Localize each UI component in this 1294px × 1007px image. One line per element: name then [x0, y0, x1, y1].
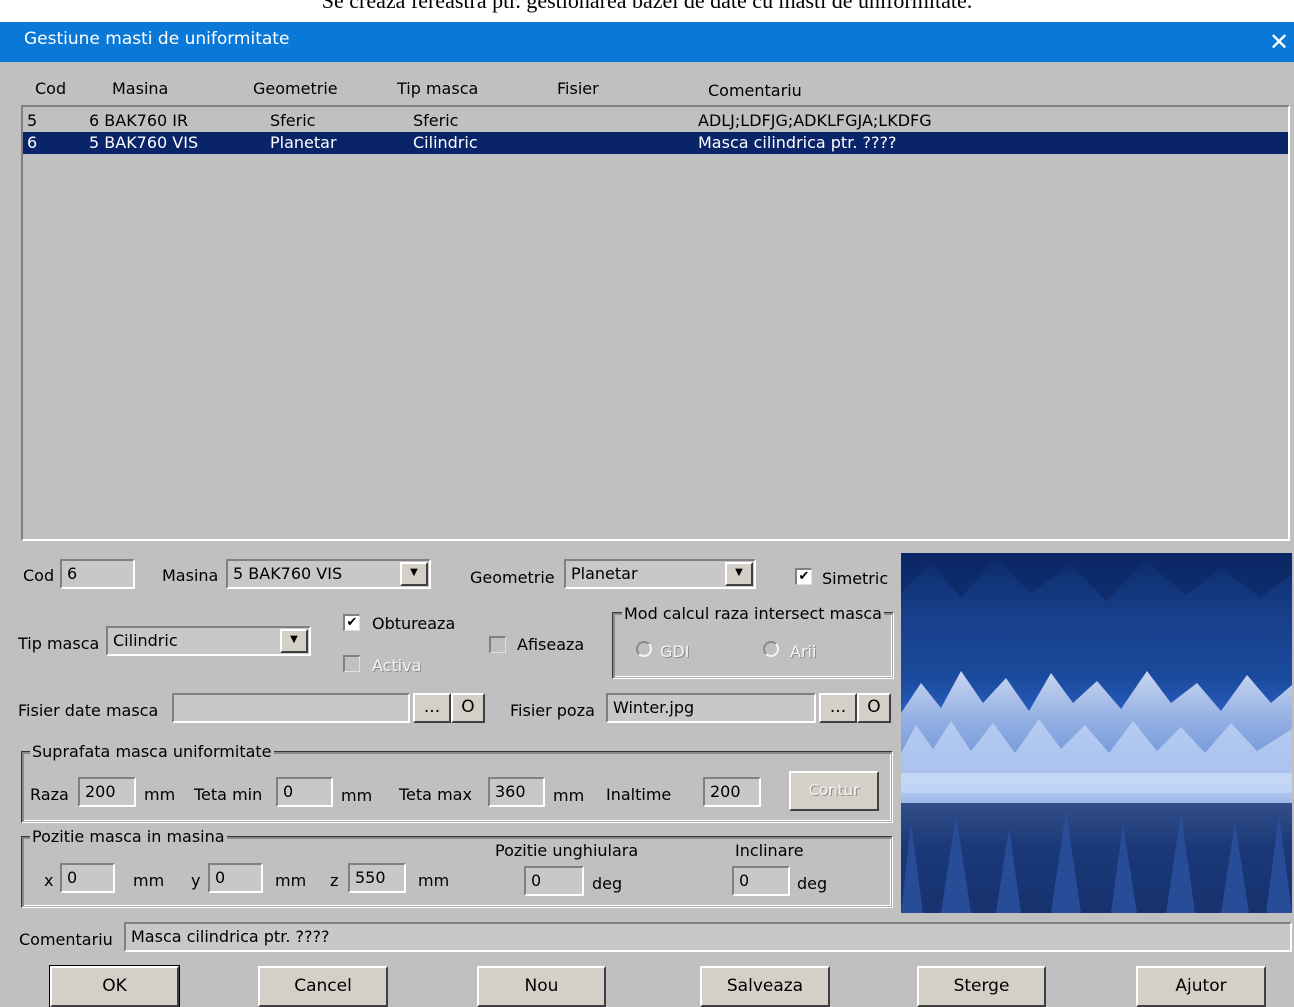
- chevron-down-icon[interactable]: ▼: [400, 562, 428, 586]
- tip-masca-label: Tip masca: [18, 634, 100, 653]
- teta-max-label: Teta max: [399, 785, 472, 804]
- geometrie-select[interactable]: Planetar ▼: [564, 559, 756, 589]
- cell-tip-masca: Cilindric: [413, 133, 478, 152]
- chevron-down-icon[interactable]: ▼: [280, 629, 308, 653]
- pozitie-unghiulara-field[interactable]: 0: [524, 866, 584, 896]
- fisier-date-field[interactable]: [172, 693, 410, 723]
- cod-field[interactable]: 6: [60, 559, 135, 589]
- suprafata-group-title: Suprafata masca uniformitate: [30, 742, 274, 761]
- inclinare-field[interactable]: 0: [732, 866, 790, 896]
- pozitie-unghiulara-unit: deg: [592, 874, 623, 893]
- fisier-poza-field[interactable]: Winter.jpg: [606, 693, 816, 723]
- fisier-date-label: Fisier date masca: [18, 701, 159, 720]
- mod-calcul-group-title: Mod calcul raza intersect masca: [622, 604, 884, 623]
- close-icon[interactable]: ✕: [1264, 22, 1294, 62]
- afiseaza-label: Afiseaza: [517, 635, 585, 654]
- activa-checkbox[interactable]: [343, 655, 360, 672]
- cell-comentariu: Masca cilindrica ptr. ????: [698, 133, 897, 152]
- column-header-masina[interactable]: Masina: [112, 79, 168, 98]
- comentariu-field[interactable]: Masca cilindrica ptr. ????: [124, 922, 1292, 952]
- sterge-button[interactable]: Sterge: [917, 966, 1046, 1007]
- simetric-checkbox[interactable]: ✔: [795, 568, 812, 585]
- inaltime-label: Inaltime: [606, 785, 672, 804]
- list-item-selected[interactable]: 6 5 BAK760 VIS Planetar Cilindric Masca …: [23, 132, 1288, 154]
- browse-button[interactable]: ...: [413, 693, 451, 723]
- masks-list[interactable]: 5 6 BAK760 IR Sferic Sferic ADLJ;LDFJG;A…: [21, 105, 1290, 541]
- afiseaza-checkbox[interactable]: [489, 636, 506, 653]
- cod-label: Cod: [23, 566, 55, 585]
- gdi-radio[interactable]: [636, 641, 652, 657]
- winter-forest-picture: [901, 553, 1292, 913]
- obtureaza-label: Obtureaza: [372, 614, 456, 633]
- x-unit: mm: [133, 871, 165, 890]
- browse-poza-button[interactable]: ...: [819, 693, 857, 723]
- column-header-geometrie[interactable]: Geometrie: [253, 79, 338, 98]
- pozitie-unghiulara-label: Pozitie unghiulara: [495, 841, 639, 860]
- tip-masca-value: Cilindric: [113, 631, 178, 650]
- cell-cod: 6: [27, 133, 38, 152]
- comentariu-label: Comentariu: [19, 930, 113, 949]
- y-label: y: [191, 871, 201, 890]
- arii-label: Arii: [790, 642, 817, 661]
- inclinare-label: Inclinare: [735, 841, 804, 860]
- z-field[interactable]: 550: [348, 863, 406, 893]
- list-item[interactable]: 5 6 BAK760 IR Sferic Sferic ADLJ;LDFJG;A…: [23, 110, 1288, 132]
- z-label: z: [330, 871, 339, 890]
- title-bar: Gestiune masti de uniformitate ✕: [0, 22, 1294, 62]
- salveaza-button[interactable]: Salveaza: [700, 966, 830, 1007]
- open-button[interactable]: O: [451, 693, 485, 723]
- gdi-label: GDI: [660, 642, 690, 661]
- column-header-comentariu[interactable]: Comentariu: [708, 81, 802, 100]
- teta-min-field[interactable]: 0: [276, 777, 333, 807]
- teta-max-unit: mm: [553, 786, 585, 805]
- geometrie-label: Geometrie: [470, 568, 555, 587]
- cell-comentariu: ADLJ;LDFJG;ADKLFGJA;LKDFG: [698, 111, 932, 130]
- teta-min-label: Teta min: [194, 785, 263, 804]
- column-header-cod[interactable]: Cod: [35, 79, 66, 98]
- mask-image-preview: [901, 553, 1292, 913]
- masina-select[interactable]: 5 BAK760 VIS ▼: [226, 559, 431, 589]
- pozitie-group-title: Pozitie masca in masina: [30, 827, 227, 846]
- cancel-button[interactable]: Cancel: [258, 966, 388, 1007]
- tip-masca-select[interactable]: Cilindric ▼: [106, 626, 311, 656]
- teta-min-unit: mm: [341, 786, 373, 805]
- cell-masina: 6 BAK760 IR: [89, 111, 189, 130]
- z-unit: mm: [418, 871, 450, 890]
- inaltime-field[interactable]: 200: [703, 777, 761, 807]
- ajutor-button[interactable]: Ajutor: [1136, 966, 1266, 1007]
- contur-button[interactable]: Contur: [789, 771, 879, 811]
- y-unit: mm: [275, 871, 307, 890]
- y-field[interactable]: 0: [208, 863, 263, 893]
- ok-button[interactable]: OK: [49, 965, 180, 1007]
- cell-tip-masca: Sferic: [413, 111, 459, 130]
- column-header-tip-masca[interactable]: Tip masca: [397, 79, 478, 98]
- open-poza-button[interactable]: O: [857, 693, 891, 723]
- cell-geometrie: Planetar: [270, 133, 337, 152]
- cell-masina: 5 BAK760 VIS: [89, 133, 199, 152]
- teta-max-field[interactable]: 360: [488, 777, 545, 807]
- inclinare-unit: deg: [797, 874, 828, 893]
- raza-field[interactable]: 200: [78, 777, 136, 807]
- column-header-fisier[interactable]: Fisier: [557, 79, 599, 98]
- cell-geometrie: Sferic: [270, 111, 316, 130]
- chevron-down-icon[interactable]: ▼: [725, 562, 753, 586]
- cell-cod: 5: [27, 111, 38, 130]
- raza-label: Raza: [30, 785, 69, 804]
- x-field[interactable]: 0: [60, 863, 115, 893]
- masina-label: Masina: [162, 566, 219, 585]
- nou-button[interactable]: Nou: [477, 966, 606, 1007]
- masina-value: 5 BAK760 VIS: [233, 564, 343, 583]
- document-caption: Se creaza fereastra ptr. gestionarea baz…: [321, 0, 973, 13]
- activa-label: Activa: [372, 656, 422, 675]
- window-title: Gestiune masti de uniformitate: [24, 29, 290, 49]
- raza-unit: mm: [144, 785, 176, 804]
- x-label: x: [44, 871, 54, 890]
- simetric-label: Simetric: [822, 569, 889, 588]
- obtureaza-checkbox[interactable]: ✔: [343, 614, 360, 631]
- geometrie-value: Planetar: [571, 564, 638, 583]
- fisier-poza-label: Fisier poza: [510, 701, 595, 720]
- arii-radio[interactable]: [763, 641, 779, 657]
